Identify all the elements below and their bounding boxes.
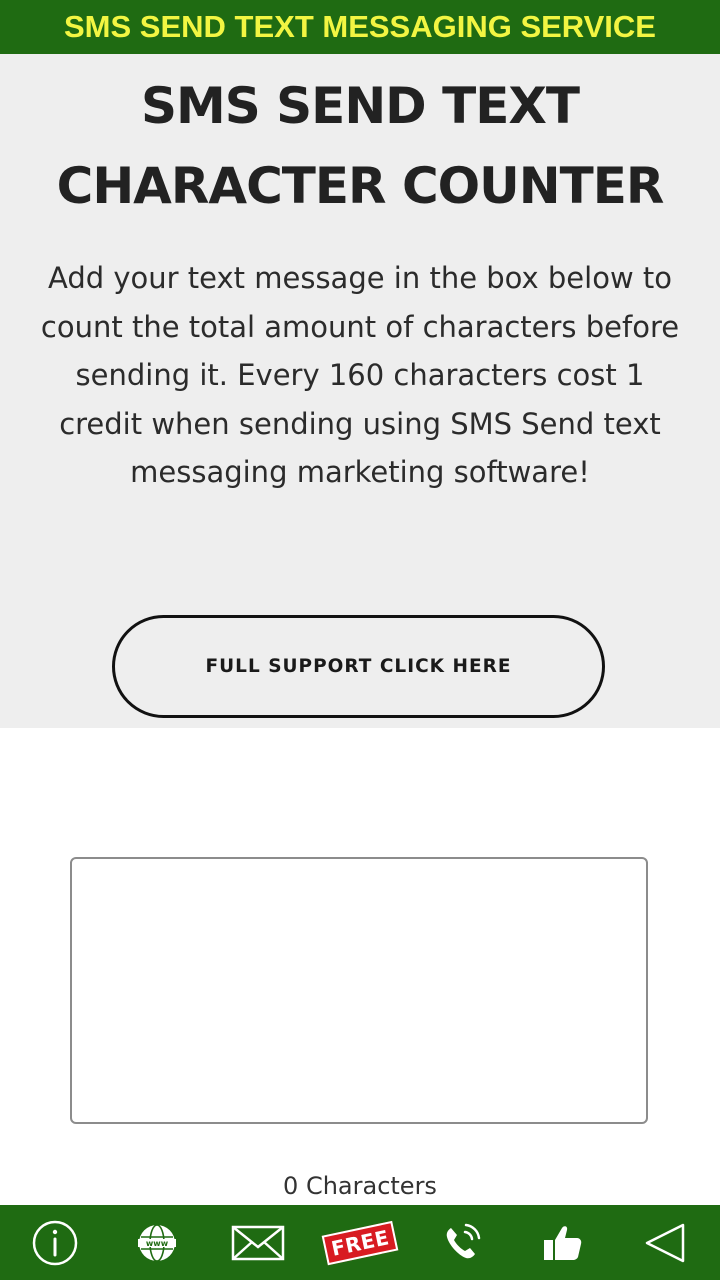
nav-website[interactable]: www (117, 1205, 197, 1280)
nav-call[interactable] (422, 1205, 502, 1280)
thumbs-up-icon (544, 1225, 582, 1260)
character-count: 0 Characters (283, 1172, 437, 1200)
nav-email[interactable] (218, 1205, 298, 1280)
free-badge-icon: FREE (321, 1220, 399, 1265)
bottom-nav: www FREE (0, 1205, 720, 1280)
top-banner: SMS SEND TEXT MESSAGING SERVICE (0, 0, 720, 54)
back-triangle-icon (645, 1223, 685, 1262)
hero-description: Add your text message in the box below t… (40, 261, 680, 489)
full-support-button[interactable]: FULL SUPPORT CLICK HERE (112, 615, 605, 718)
message-textarea[interactable] (70, 857, 648, 1124)
svg-text:www: www (145, 1239, 168, 1248)
banner-title: SMS SEND TEXT MESSAGING SERVICE (64, 9, 656, 44)
nav-back[interactable] (625, 1205, 705, 1280)
hero-section: SMS SEND TEXT CHARACTER COUNTER Add your… (0, 54, 720, 728)
page-title: SMS SEND TEXT CHARACTER COUNTER (56, 77, 665, 215)
full-support-button-label: FULL SUPPORT CLICK HERE (205, 656, 512, 677)
envelope-icon (232, 1225, 285, 1260)
info-icon (32, 1220, 78, 1265)
nav-free[interactable]: FREE (320, 1205, 400, 1280)
nav-like[interactable] (523, 1205, 603, 1280)
phone-icon (446, 1223, 480, 1258)
page: SMS SEND TEXT MESSAGING SERVICE SMS SEND… (0, 0, 720, 1280)
nav-info[interactable] (15, 1205, 95, 1280)
globe-www-icon: www (137, 1223, 176, 1262)
